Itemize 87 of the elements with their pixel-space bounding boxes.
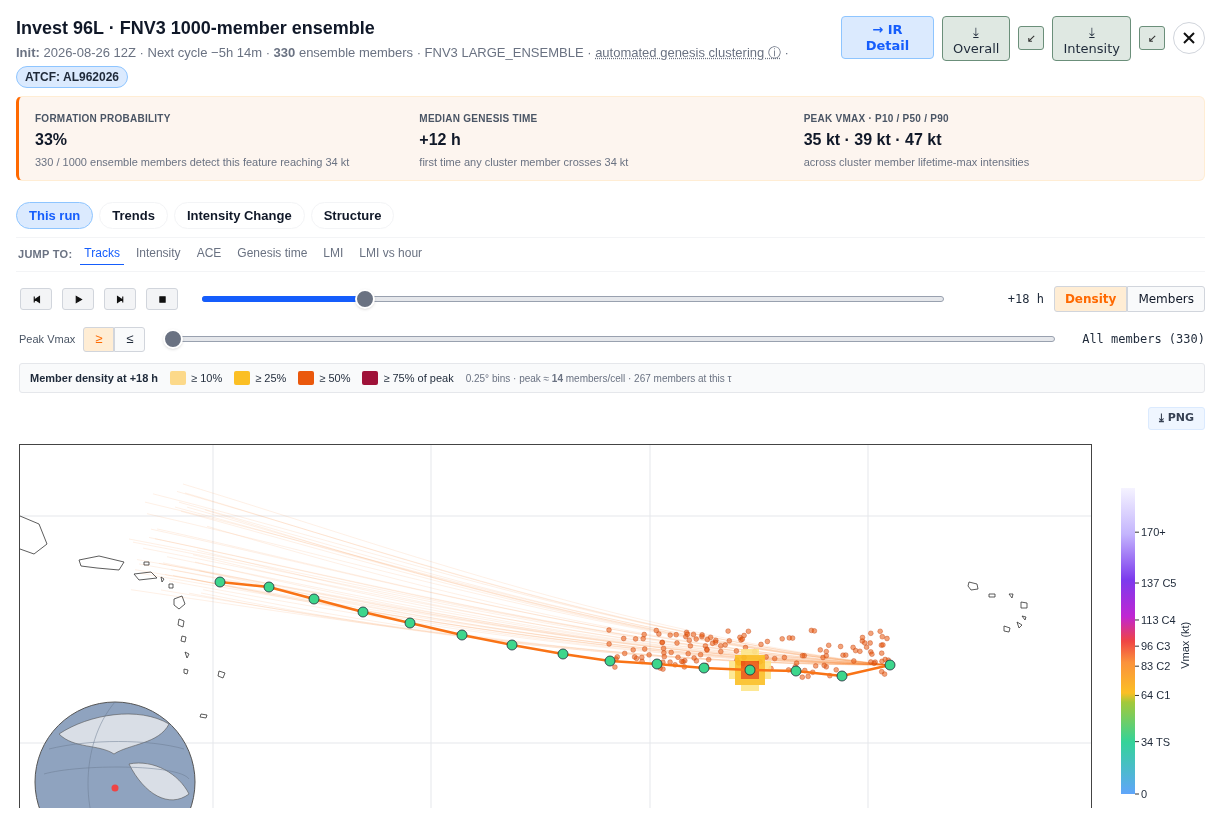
colorbar-tick — [1134, 793, 1140, 795]
ir-detail-button[interactable]: → IR Detail — [840, 16, 934, 59]
colorbar-tick-label: 83 C2 — [1141, 660, 1171, 673]
slider-thumb[interactable] — [163, 329, 184, 349]
colorbar-tick-label: 64 C1 — [1141, 689, 1171, 702]
stat-note: 330 / 1000 ensemble members detect this feature reaching 34 kt — [35, 155, 351, 170]
expand-button[interactable] — [1018, 26, 1045, 50]
filter-label: Peak Vmax — [19, 331, 76, 347]
legend-label: ≥ 75% of peak — [383, 370, 454, 386]
close-icon — [1182, 31, 1196, 45]
jump-link[interactable]: Intensity — [131, 244, 185, 265]
track-point — [506, 639, 518, 651]
atcf-badge: ATCF: AL962026 — [16, 66, 129, 88]
colorbar-tick-label: 34 TS — [1141, 735, 1171, 748]
colorbar-tick — [1134, 582, 1140, 584]
stat-value: 35 kt · 39 kt · 47 kt — [803, 130, 943, 150]
colorbar-tick-label: 113 C4 — [1141, 613, 1176, 626]
colorbar-tick-label: 170+ — [1141, 526, 1166, 539]
playback-button[interactable] — [146, 288, 178, 310]
playback-button[interactable] — [20, 288, 52, 310]
colorbar-tick-label: 0 — [1141, 788, 1148, 800]
jump-link[interactable]: LMI — [319, 244, 348, 265]
meta-line: Init: 2026-08-26 12Z · Next cycle −5h 14m · 330 ensemble members · FNV3 LARGE_ENSEMBLE · automated genesis clustering ⓘ · — [16, 44, 789, 62]
colorbar-tick — [1134, 665, 1140, 667]
colorbar-tick — [1134, 645, 1140, 647]
jump-link[interactable]: ACE — [192, 244, 226, 265]
track-point — [698, 662, 710, 674]
shrink-icon — [1147, 33, 1157, 43]
clustering-link[interactable]: automated genesis clustering ⓘ — [595, 45, 781, 60]
track-point — [790, 665, 802, 677]
operator-toggle[interactable]: ≤ — [114, 326, 146, 352]
track-point — [604, 655, 616, 667]
expand-button[interactable] — [1139, 26, 1165, 50]
export-png-button[interactable]: ⤓ PNG — [1147, 407, 1205, 430]
jump-link[interactable]: LMI vs hour — [355, 244, 427, 265]
tab[interactable]: This run — [16, 202, 94, 229]
track-point — [214, 576, 226, 588]
time-reading: +18 h — [1007, 291, 1044, 308]
view-toggle[interactable]: Members — [1127, 286, 1205, 312]
legend-note: 0.25° bins · peak ≈ 14 members/cell · 267 members at this τ — [465, 371, 732, 386]
track-point — [744, 664, 756, 676]
stat-note: first time any cluster member crosses 34 kt — [419, 155, 630, 170]
close-button[interactable] — [1173, 22, 1205, 54]
download-button[interactable]: ⤓ Overall — [941, 16, 1011, 61]
track-point — [404, 617, 416, 629]
stat-label: MEDIAN GENESIS TIME — [419, 112, 539, 126]
tab[interactable]: Trends — [99, 202, 168, 229]
track-point — [884, 659, 896, 671]
tab[interactable]: Intensity Change — [173, 202, 305, 229]
track-point — [557, 648, 569, 660]
member-count: All members (330) — [1082, 331, 1205, 348]
playback-button[interactable] — [62, 288, 94, 310]
stat-value: 33% — [35, 130, 69, 150]
stat-note: across cluster member lifetime-max intensities — [803, 155, 1031, 170]
colorbar-tick — [1134, 619, 1140, 621]
legend-title: Member density at +18 h — [30, 370, 159, 386]
slider-thumb[interactable] — [355, 289, 376, 309]
jump-link[interactable]: Genesis time — [233, 244, 312, 265]
playback-button[interactable] — [104, 288, 136, 310]
colorbar-tick — [1134, 694, 1140, 696]
colorbar-tick-label: 96 C3 — [1141, 640, 1171, 653]
track-point — [357, 606, 369, 618]
legend-label: ≥ 10% — [191, 370, 223, 386]
track-point — [263, 581, 275, 593]
colorbar-title: Vmax (kt) — [1178, 621, 1193, 669]
jump-label: JUMP TO: — [18, 247, 73, 263]
colorbar-tick — [1134, 531, 1140, 533]
track-point — [651, 658, 663, 670]
stat-label: PEAK VMAX · P10 / P50 / P90 — [803, 112, 950, 126]
colorbar-tick — [1134, 741, 1140, 743]
shrink-icon — [1026, 33, 1036, 43]
page-title: Invest 96L · FNV3 1000-member ensemble — [16, 17, 376, 40]
skip-forward-icon — [115, 294, 125, 304]
track-point — [308, 593, 320, 605]
skip-back-icon — [31, 294, 41, 304]
play-icon — [73, 294, 83, 304]
colorbar-tick-label: 137 C5 — [1141, 577, 1177, 589]
track-point — [836, 670, 848, 682]
download-button[interactable]: ⤓ Intensity — [1052, 16, 1131, 61]
stop-icon — [157, 294, 167, 304]
jump-link[interactable]: Tracks — [80, 244, 124, 265]
track-point — [456, 629, 468, 641]
legend-label: ≥ 25% — [255, 370, 287, 386]
stat-value: +12 h — [419, 130, 462, 150]
legend-label: ≥ 50% — [319, 370, 351, 386]
tab[interactable]: Structure — [310, 202, 395, 229]
stat-label: FORMATION PROBABILITY — [35, 112, 172, 126]
